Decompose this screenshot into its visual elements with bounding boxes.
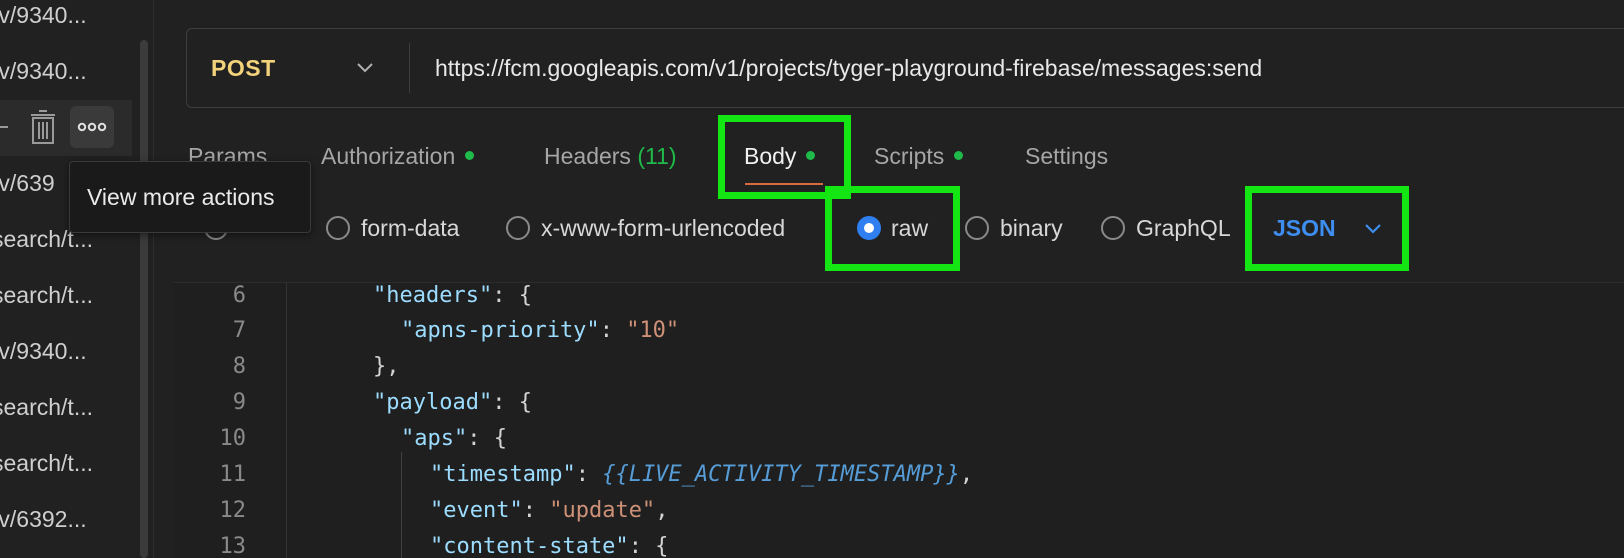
code-line: "headers": { xyxy=(373,283,532,308)
radio-form-data[interactable] xyxy=(326,216,350,240)
line-number: 13 xyxy=(219,534,247,558)
tooltip: View more actions xyxy=(69,161,311,233)
status-dot xyxy=(954,151,964,161)
code-line: "timestamp": {{LIVE_ACTIVITY_TIMESTAMP}}… xyxy=(430,462,974,487)
tab-authorization-label: Authorization xyxy=(321,143,456,169)
sidebar-request-item[interactable]: tv/6392... xyxy=(0,491,140,547)
environment-variable[interactable]: {{LIVE_ACTIVITY_TIMESTAMP}} xyxy=(602,462,960,487)
app-root: tv/9340... tv/9340... tv/639 search/t...… xyxy=(0,0,1624,558)
request-url-bar: POST https://fcm.googleapis.com/v1/proje… xyxy=(186,28,1624,108)
status-dot xyxy=(465,151,475,161)
view-more-actions-button[interactable] xyxy=(70,106,114,148)
binary-label[interactable]: binary xyxy=(1000,208,1063,248)
code-line: "payload": { xyxy=(373,390,532,415)
graphql-label[interactable]: GraphQL xyxy=(1136,208,1231,248)
tab-authorization[interactable]: Authorization xyxy=(321,136,475,176)
sidebar-request-item[interactable]: tv/9340... xyxy=(0,323,140,379)
sidebar-row-dash xyxy=(0,126,8,128)
url-divider xyxy=(409,43,410,93)
trash-icon xyxy=(31,110,55,144)
sidebar-request-item[interactable]: search/t... xyxy=(0,379,140,435)
sidebar-scrollbar[interactable] xyxy=(140,40,148,558)
sidebar-request-item[interactable]: tv/9340... xyxy=(0,0,140,43)
line-number: 10 xyxy=(219,426,247,451)
highlight-box-json xyxy=(1245,186,1409,271)
url-input[interactable]: https://fcm.googleapis.com/v1/projects/t… xyxy=(435,29,1262,107)
sidebar-request-item[interactable]: search/t... xyxy=(0,435,140,491)
radio-graphql[interactable] xyxy=(1101,216,1125,240)
code-line: "event": "update", xyxy=(430,498,669,523)
tab-scripts[interactable]: Scripts xyxy=(874,136,964,176)
line-number: 11 xyxy=(219,462,247,487)
line-number: 6 xyxy=(232,283,246,308)
gutter-divider xyxy=(286,282,287,558)
more-horizontal-icon xyxy=(77,122,107,132)
collection-sidebar: tv/9340... tv/9340... tv/639 search/t...… xyxy=(0,0,154,558)
sidebar-request-item[interactable]: tv/9340... xyxy=(0,43,140,99)
tab-settings[interactable]: Settings xyxy=(1025,136,1108,176)
line-number: 9 xyxy=(232,390,246,415)
http-method-select[interactable]: POST xyxy=(211,29,276,107)
code-line: "apns-priority": "10" xyxy=(401,318,680,343)
tab-headers[interactable]: Headers (11) xyxy=(544,136,677,176)
sidebar-request-item[interactable]: search/t... xyxy=(0,267,140,323)
delete-button[interactable] xyxy=(26,107,60,147)
line-number: 7 xyxy=(232,318,246,343)
code-line: "content-state": { xyxy=(430,534,669,558)
code-line: "aps": { xyxy=(401,426,507,451)
line-number: 8 xyxy=(232,354,246,379)
radio-urlencoded[interactable] xyxy=(506,216,530,240)
indent-guide xyxy=(401,452,402,558)
line-number: 12 xyxy=(219,498,247,523)
headers-count: (11) xyxy=(637,143,677,169)
tab-settings-label: Settings xyxy=(1025,143,1109,169)
radio-binary[interactable] xyxy=(965,216,989,240)
code-line: }, xyxy=(373,354,400,379)
form-data-label[interactable]: form-data xyxy=(361,208,459,248)
chevron-down-icon[interactable] xyxy=(355,56,375,78)
tab-scripts-label: Scripts xyxy=(874,143,945,169)
highlight-box-raw xyxy=(825,186,960,271)
tab-headers-label: Headers xyxy=(544,143,631,169)
urlencoded-label[interactable]: x-www-form-urlencoded xyxy=(541,208,785,248)
